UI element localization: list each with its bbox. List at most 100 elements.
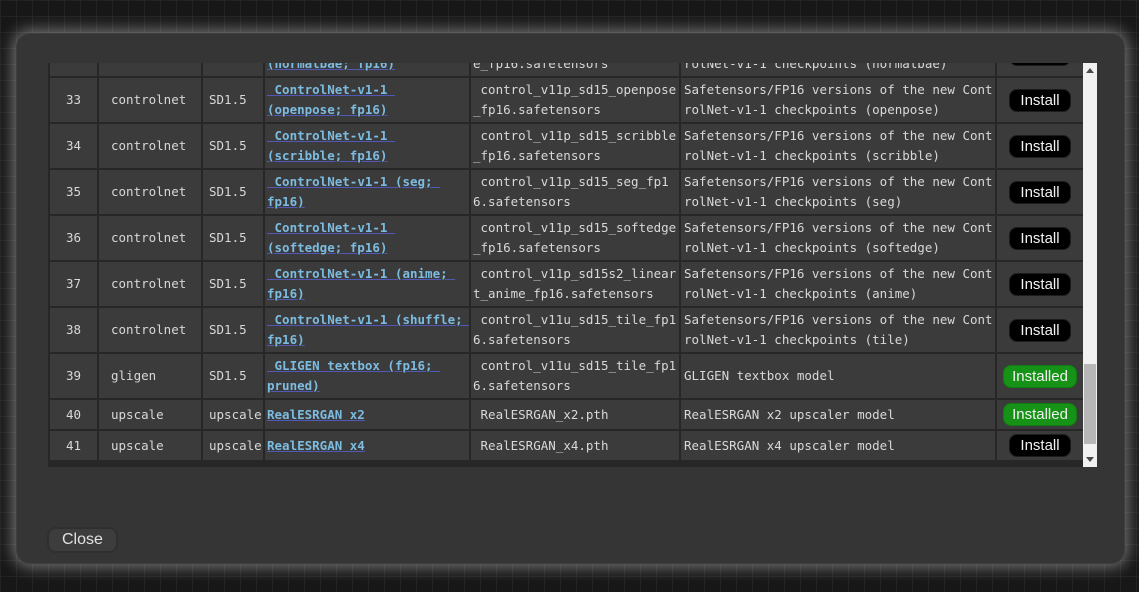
- cell-model-description: GLIGEN textbox model: [681, 354, 995, 398]
- cell-model-type: upscale: [99, 431, 201, 460]
- cell-model-type: upscale: [99, 400, 201, 429]
- cell-model-id: 35: [50, 170, 97, 214]
- cell-action: Install: [997, 308, 1083, 352]
- cell-model-type: controlnet: [99, 78, 201, 122]
- cell-model-id: 34: [50, 124, 97, 168]
- cell-action: Install: [997, 170, 1083, 214]
- cell-model-description: Safetensors/FP16 versions of the new Con…: [681, 124, 995, 168]
- cell-model-id: 33: [50, 78, 97, 122]
- cell-model-type: controlnet: [99, 308, 201, 352]
- model-name-link[interactable]: RealESRGAN x4: [267, 436, 365, 456]
- cell-model-base: SD1.5: [203, 308, 263, 352]
- cell-model-type: gligen: [99, 354, 201, 398]
- cell-model-filename: RealESRGAN_x2.pth: [471, 400, 679, 429]
- cell-model-description: Safetensors/FP16 versions of the new Con…: [681, 308, 995, 352]
- cell-model-type: controlnet: [99, 262, 201, 306]
- cell-model-description: RealESRGAN x2 upscaler model: [681, 400, 995, 429]
- model-name-link[interactable]: ControlNet-v1-1 (shuffle; fp16): [267, 310, 467, 350]
- cell-action: Install: [997, 216, 1083, 260]
- table-row: 32controlnetSD1.5 ControlNet-v1-1 (norma…: [50, 63, 1083, 76]
- cell-model-base: upscale: [203, 431, 263, 460]
- cell-model-description: Safetensors/FP16 versions of the new Con…: [681, 262, 995, 306]
- cell-model-id: 32: [50, 63, 97, 76]
- cell-model-filename: control_v11p_sd15_openpose_fp16.safetens…: [471, 78, 679, 122]
- cell-action: Install: [997, 78, 1083, 122]
- cell-model-name: ControlNet-v1-1 (seg; fp16): [265, 170, 469, 214]
- cell-model-description: Safetensors/FP16 versions of the new Con…: [681, 78, 995, 122]
- models-table: 32controlnetSD1.5 ControlNet-v1-1 (norma…: [50, 63, 1083, 460]
- cell-model-filename: control_v11u_sd15_tile_fp16.safetensors: [471, 354, 679, 398]
- cell-model-base: SD1.5: [203, 124, 263, 168]
- cell-model-base: upscale: [203, 400, 263, 429]
- table-row: 41upscaleupscaleRealESRGAN x4 RealESRGAN…: [50, 431, 1083, 460]
- cell-model-name: ControlNet-v1-1 (anime; fp16): [265, 262, 469, 306]
- table-row: 37controlnetSD1.5 ControlNet-v1-1 (anime…: [50, 262, 1083, 306]
- cell-model-base: SD1.5: [203, 170, 263, 214]
- cell-model-name: RealESRGAN x4: [265, 431, 469, 460]
- model-name-link[interactable]: ControlNet-v1-1 (openpose; fp16): [267, 80, 467, 120]
- cell-model-name: ControlNet-v1-1 (scribble; fp16): [265, 124, 469, 168]
- cell-model-id: 40: [50, 400, 97, 429]
- table-row: 34controlnetSD1.5 ControlNet-v1-1 (scrib…: [50, 124, 1083, 168]
- cell-model-name: ControlNet-v1-1 (openpose; fp16): [265, 78, 469, 122]
- model-name-link[interactable]: ControlNet-v1-1 (softedge; fp16): [267, 218, 467, 258]
- install-button[interactable]: Install: [1009, 135, 1070, 158]
- cell-model-base: SD1.5: [203, 262, 263, 306]
- model-name-link[interactable]: ControlNet-v1-1 (normalbae; fp16): [267, 63, 467, 74]
- installed-button[interactable]: Installed: [1003, 365, 1077, 388]
- cell-model-filename: control_v11u_sd15_tile_fp16.safetensors: [471, 308, 679, 352]
- cell-model-description: Safetensors/FP16 versions of the new Con…: [681, 216, 995, 260]
- cell-model-base: SD1.5: [203, 216, 263, 260]
- cell-action: Installed: [997, 400, 1083, 429]
- cell-model-name: ControlNet-v1-1 (shuffle; fp16): [265, 308, 469, 352]
- cell-model-base: SD1.5: [203, 78, 263, 122]
- model-name-link[interactable]: RealESRGAN x2: [267, 405, 365, 425]
- scroll-down-arrow-icon[interactable]: [1083, 452, 1097, 467]
- cell-model-filename: control_v11p_sd15_scribble_fp16.safetens…: [471, 124, 679, 168]
- cell-model-filename: control_v11p_sd15_softedge_fp16.safetens…: [471, 216, 679, 260]
- model-name-link[interactable]: ControlNet-v1-1 (seg; fp16): [267, 172, 467, 212]
- cell-model-description: Safetensors/FP16 versions of the new Con…: [681, 63, 995, 76]
- install-button[interactable]: Install: [1009, 181, 1070, 204]
- table-row: 33controlnetSD1.5 ControlNet-v1-1 (openp…: [50, 78, 1083, 122]
- cell-model-id: 36: [50, 216, 97, 260]
- table-row: 39gligenSD1.5 GLIGEN textbox (fp16; prun…: [50, 354, 1083, 398]
- cell-model-type: controlnet: [99, 216, 201, 260]
- close-button[interactable]: Close: [47, 527, 118, 553]
- scroll-up-arrow-icon[interactable]: [1083, 63, 1097, 78]
- install-button[interactable]: Install: [1009, 434, 1070, 457]
- model-name-link[interactable]: ControlNet-v1-1 (scribble; fp16): [267, 126, 467, 166]
- install-button[interactable]: Install: [1009, 319, 1070, 342]
- cell-model-filename: control_v11p_sd15s2_lineart_anime_fp16.s…: [471, 262, 679, 306]
- table-row: 38controlnetSD1.5 ControlNet-v1-1 (shuff…: [50, 308, 1083, 352]
- cell-action: Install: [997, 262, 1083, 306]
- table-row: 40upscaleupscaleRealESRGAN x2 RealESRGAN…: [50, 400, 1083, 429]
- cell-model-name: ControlNet-v1-1 (softedge; fp16): [265, 216, 469, 260]
- install-button[interactable]: Install: [1009, 227, 1070, 250]
- scrollbar-thumb[interactable]: [1084, 364, 1096, 444]
- cell-action: Install: [997, 124, 1083, 168]
- cell-model-type: controlnet: [99, 170, 201, 214]
- model-name-link[interactable]: ControlNet-v1-1 (anime; fp16): [267, 264, 467, 304]
- models-table-viewport[interactable]: 32controlnetSD1.5 ControlNet-v1-1 (norma…: [48, 63, 1083, 467]
- cell-model-filename: control_v11p_sd15_normalbae_fp16.safeten…: [471, 63, 679, 76]
- cell-action: Install: [997, 63, 1083, 76]
- cell-model-filename: control_v11p_sd15_seg_fp16.safetensors: [471, 170, 679, 214]
- cell-model-base: SD1.5: [203, 354, 263, 398]
- cell-model-type: controlnet: [99, 63, 201, 76]
- cell-model-id: 38: [50, 308, 97, 352]
- cell-action: Install: [997, 431, 1083, 460]
- cell-model-filename: RealESRGAN_x4.pth: [471, 431, 679, 460]
- table-row: 35controlnetSD1.5 ControlNet-v1-1 (seg; …: [50, 170, 1083, 214]
- model-name-link[interactable]: GLIGEN textbox (fp16; pruned): [267, 356, 467, 396]
- cell-model-name: RealESRGAN x2: [265, 400, 469, 429]
- installed-button[interactable]: Installed: [1003, 403, 1077, 426]
- cell-model-name: GLIGEN textbox (fp16; pruned): [265, 354, 469, 398]
- cell-model-id: 41: [50, 431, 97, 460]
- install-models-dialog: 32controlnetSD1.5 ControlNet-v1-1 (norma…: [16, 33, 1125, 564]
- cell-model-name: ControlNet-v1-1 (normalbae; fp16): [265, 63, 469, 76]
- install-button[interactable]: Install: [1009, 273, 1070, 296]
- install-button[interactable]: Install: [1009, 63, 1070, 66]
- install-button[interactable]: Install: [1009, 89, 1070, 112]
- vertical-scrollbar[interactable]: [1083, 63, 1097, 467]
